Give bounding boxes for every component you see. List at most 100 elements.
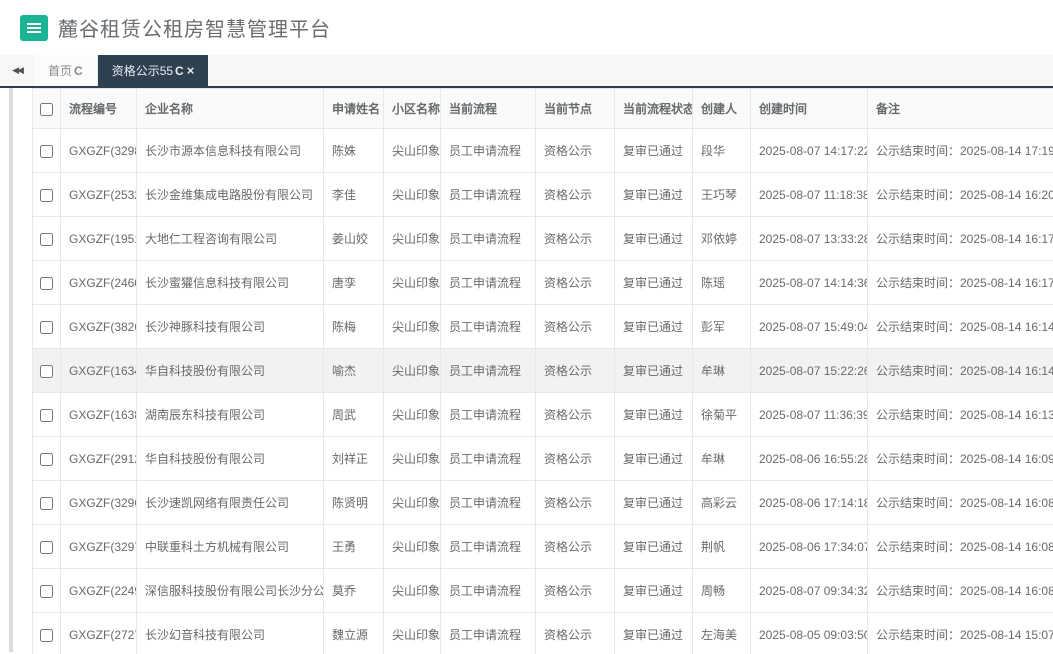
table-row: GXGZF(16384)湖南辰东科技有限公司周武尖山印象员工申请流程资格公示复审… [33, 393, 1053, 437]
tab-qualification-publicity[interactable]: 资格公示55C× [98, 55, 209, 86]
cell-status: 复审已通过 [615, 613, 693, 654]
cell-process: 员工申请流程 [441, 393, 536, 437]
cell-applicant: 陈梅 [324, 305, 384, 349]
cell-creator: 左海美 [693, 613, 751, 654]
cell-process-no: GXGZF(24607) [61, 261, 137, 305]
cell-process-no: GXGZF(25324) [61, 173, 137, 217]
cell-company: 长沙金维集成电路股份有限公司 [137, 173, 324, 217]
cell-node: 资格公示 [536, 437, 615, 481]
table-row: GXGZF(32971)中联重科土方机械有限公司王勇尖山印象员工申请流程资格公示… [33, 525, 1053, 569]
left-gutter-divider [9, 88, 13, 652]
table-row: GXGZF(16349)华自科技股份有限公司喻杰尖山印象员工申请流程资格公示复审… [33, 349, 1053, 393]
column-header-node: 当前节点 [536, 89, 615, 129]
row-checkbox[interactable] [40, 453, 53, 466]
cell-created-at: 2025-08-07 11:36:39 [751, 393, 868, 437]
cell-community: 尖山印象 [384, 261, 441, 305]
cell-created-at: 2025-08-07 15:22:26 [751, 349, 868, 393]
row-checkbox[interactable] [40, 189, 53, 202]
cell-community: 尖山印象 [384, 437, 441, 481]
hamburger-icon [27, 23, 41, 25]
row-checkbox-cell [33, 173, 61, 217]
cell-remark: 公示结束时间：2025-08-14 16:14:22 [868, 349, 1053, 393]
cell-process-no: GXGZF(19511) [61, 217, 137, 261]
row-checkbox[interactable] [40, 585, 53, 598]
column-header-company: 企业名称 [137, 89, 324, 129]
cell-remark: 公示结束时间：2025-08-14 16:08:55 [868, 481, 1053, 525]
cell-company: 深信服科技股份有限公司长沙分公司 [137, 569, 324, 613]
column-header-applicant: 申请姓名 [324, 89, 384, 129]
refresh-icon[interactable]: C [175, 64, 184, 78]
select-all-checkbox[interactable] [40, 103, 53, 116]
row-checkbox-cell [33, 349, 61, 393]
cell-creator: 周畅 [693, 569, 751, 613]
cell-created-at: 2025-08-05 09:03:50 [751, 613, 868, 654]
close-tab-icon[interactable]: × [187, 63, 195, 78]
cell-process: 员工申请流程 [441, 261, 536, 305]
cell-community: 尖山印象 [384, 569, 441, 613]
row-checkbox[interactable] [40, 409, 53, 422]
row-checkbox[interactable] [40, 497, 53, 510]
cell-process: 员工申请流程 [441, 173, 536, 217]
row-checkbox[interactable] [40, 321, 53, 334]
table-row: GXGZF(24607)长沙蜜獾信息科技有限公司唐孪尖山印象员工申请流程资格公示… [33, 261, 1053, 305]
table-row: GXGZF(22495)深信服科技股份有限公司长沙分公司莫乔尖山印象员工申请流程… [33, 569, 1053, 613]
table-row: GXGZF(2912)华自科技股份有限公司刘祥正尖山印象员工申请流程资格公示复审… [33, 437, 1053, 481]
column-header-status: 当前流程状态 [615, 89, 693, 129]
cell-remark: 公示结束时间：2025-08-14 17:19:22 [868, 129, 1053, 173]
cell-status: 复审已通过 [615, 261, 693, 305]
table-row: GXGZF(19511)大地仁工程咨询有限公司姜山姣尖山印象员工申请流程资格公示… [33, 217, 1053, 261]
cell-created-at: 2025-08-06 17:14:18 [751, 481, 868, 525]
cell-applicant: 陈姝 [324, 129, 384, 173]
collapse-tabs-button[interactable]: ◀◀ [0, 55, 34, 86]
cell-creator: 高彩云 [693, 481, 751, 525]
cell-status: 复审已通过 [615, 393, 693, 437]
cell-process: 员工申请流程 [441, 305, 536, 349]
row-checkbox[interactable] [40, 365, 53, 378]
column-header-process-no: 流程编号 [61, 89, 137, 129]
cell-status: 复审已通过 [615, 129, 693, 173]
row-checkbox[interactable] [40, 277, 53, 290]
row-checkbox[interactable] [40, 541, 53, 554]
cell-creator: 陈瑶 [693, 261, 751, 305]
refresh-icon[interactable]: C [74, 64, 83, 78]
cell-node: 资格公示 [536, 129, 615, 173]
column-header-created-time: 创建时间 [751, 89, 868, 129]
cell-remark: 公示结束时间：2025-08-14 16:14:59 [868, 305, 1053, 349]
double-left-arrow-icon: ◀◀ [12, 65, 22, 76]
cell-status: 复审已通过 [615, 349, 693, 393]
cell-applicant: 唐孪 [324, 261, 384, 305]
cell-node: 资格公示 [536, 349, 615, 393]
row-checkbox-cell [33, 393, 61, 437]
cell-remark: 公示结束时间：2025-08-14 16:08:41 [868, 525, 1053, 569]
row-checkbox-cell [33, 305, 61, 349]
cell-creator: 邓依婷 [693, 217, 751, 261]
row-checkbox-cell [33, 217, 61, 261]
row-checkbox[interactable] [40, 233, 53, 246]
cell-company: 长沙蜜獾信息科技有限公司 [137, 261, 324, 305]
cell-community: 尖山印象 [384, 173, 441, 217]
cell-company: 大地仁工程咨询有限公司 [137, 217, 324, 261]
cell-applicant: 李佳 [324, 173, 384, 217]
cell-process-no: GXGZF(16384) [61, 393, 137, 437]
column-header-remark: 备注 [868, 89, 1053, 129]
cell-applicant: 王勇 [324, 525, 384, 569]
cell-process-no: GXGZF(3826) [61, 305, 137, 349]
cell-process-no: GXGZF(32971) [61, 525, 137, 569]
tab-qualification-label: 资格公示55 [112, 62, 173, 79]
cell-applicant: 刘祥正 [324, 437, 384, 481]
cell-creator: 王巧琴 [693, 173, 751, 217]
content-area: 流程编号 企业名称 申请姓名 小区名称 当前流程 当前节点 当前流程状态 创建人… [0, 88, 1053, 652]
table-header-row: 流程编号 企业名称 申请姓名 小区名称 当前流程 当前节点 当前流程状态 创建人… [33, 89, 1053, 129]
cell-node: 资格公示 [536, 305, 615, 349]
table-row: GXGZF(27278)长沙幻音科技有限公司魏立源尖山印象员工申请流程资格公示复… [33, 613, 1053, 654]
cell-status: 复审已通过 [615, 305, 693, 349]
tab-home[interactable]: 首页C [34, 55, 98, 86]
cell-community: 尖山印象 [384, 217, 441, 261]
hamburger-menu-button[interactable] [20, 15, 48, 41]
row-checkbox[interactable] [40, 145, 53, 158]
row-checkbox[interactable] [40, 629, 53, 642]
row-checkbox-cell [33, 481, 61, 525]
cell-node: 资格公示 [536, 173, 615, 217]
cell-company: 长沙幻音科技有限公司 [137, 613, 324, 654]
table-row: GXGZF(32967)长沙速凯网络有限责任公司陈贤明尖山印象员工申请流程资格公… [33, 481, 1053, 525]
